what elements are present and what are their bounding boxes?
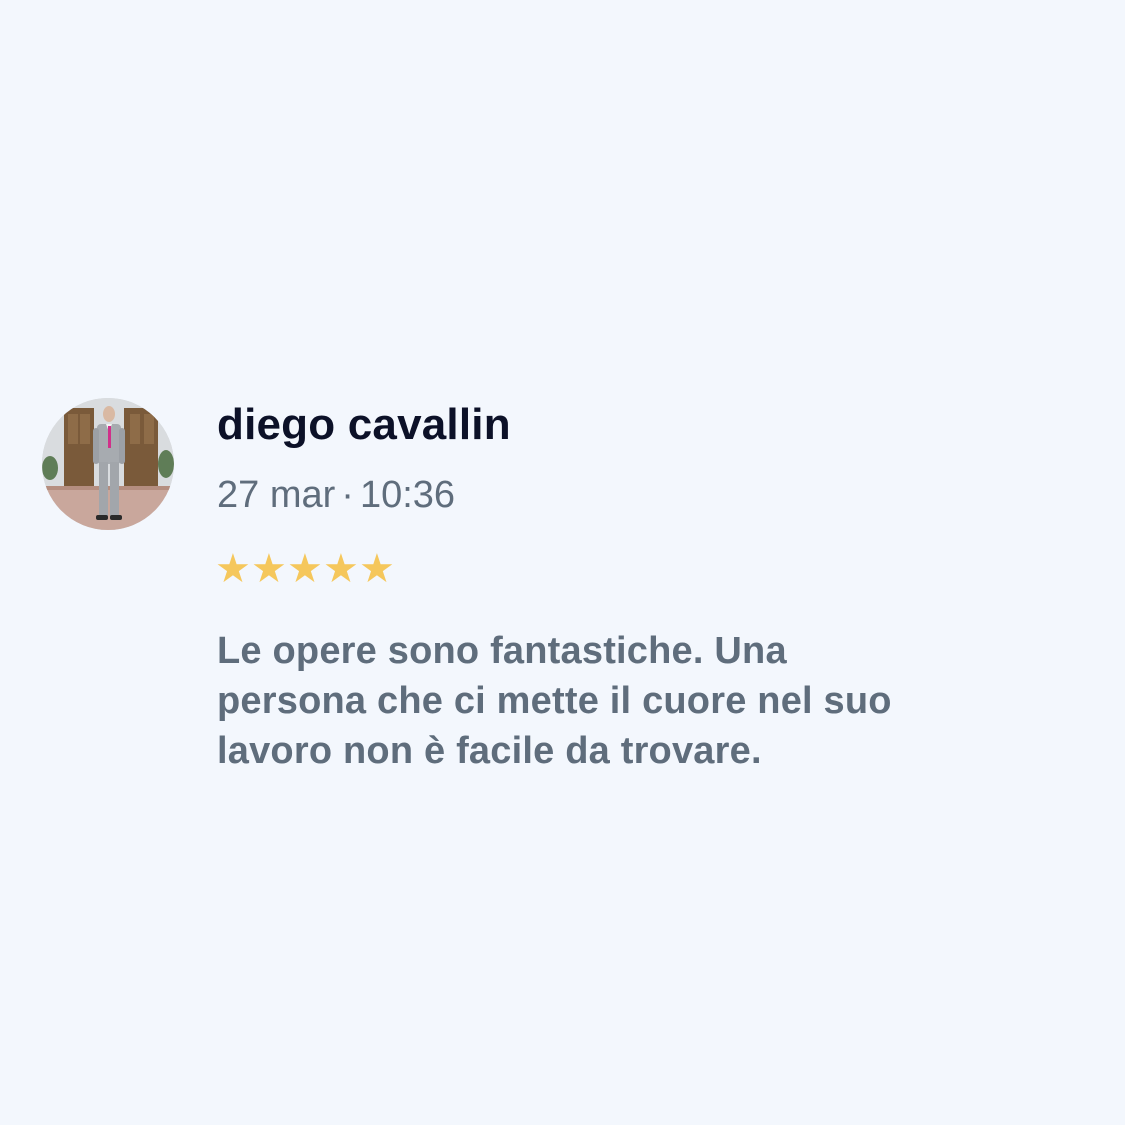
- star-icon: ★: [251, 547, 287, 591]
- review-text: Le opere sono fantastiche. Una persona c…: [217, 630, 892, 772]
- author-name[interactable]: diego cavallin: [217, 400, 511, 450]
- star-icon: ★: [287, 547, 323, 591]
- avatar-photo-icon: [42, 398, 174, 530]
- star-rating: ★ ★ ★ ★ ★: [215, 549, 395, 589]
- review-date: 27 mar: [217, 474, 336, 516]
- star-icon: ★: [323, 547, 359, 591]
- meta-separator: ·: [341, 474, 354, 516]
- review-timestamp: 27 mar · 10:36: [217, 474, 455, 517]
- star-icon: ★: [359, 547, 395, 591]
- avatar[interactable]: [42, 398, 174, 530]
- star-icon: ★: [215, 547, 251, 591]
- review-time: 10:36: [359, 474, 456, 516]
